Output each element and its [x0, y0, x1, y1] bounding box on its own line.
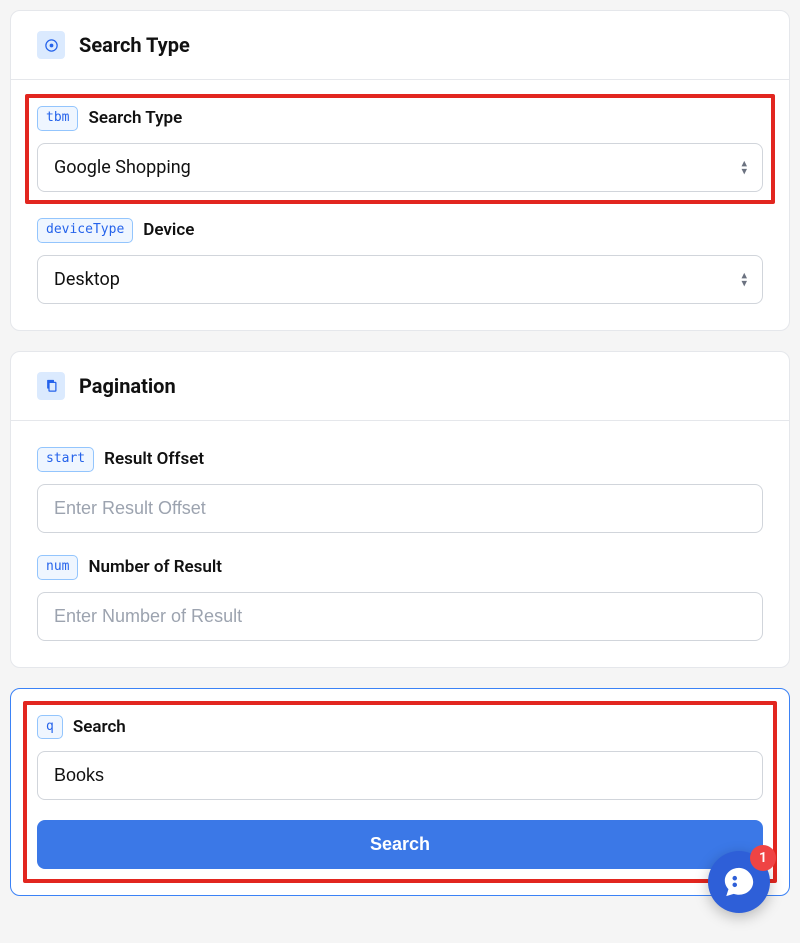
tbm-select[interactable]: Google Shopping [37, 143, 763, 192]
chat-icon [722, 865, 756, 899]
search-type-card-header: Search Type [11, 11, 789, 80]
chat-notification-badge: 1 [750, 845, 776, 871]
start-input[interactable] [37, 484, 763, 533]
pagination-card: Pagination start Result Offset num Numbe… [10, 351, 790, 668]
search-label: Search [73, 717, 126, 737]
device-label-row: deviceType Device [37, 218, 763, 243]
device-badge: deviceType [37, 218, 133, 243]
search-input[interactable] [37, 751, 763, 800]
tbm-badge: tbm [37, 106, 78, 131]
num-badge: num [37, 555, 78, 580]
q-badge: q [37, 715, 63, 740]
search-card: q Search Search [10, 688, 790, 897]
search-type-title: Search Type [79, 33, 190, 57]
device-label: Device [143, 220, 194, 240]
search-highlight-box: q Search Search [23, 701, 777, 884]
tbm-label-row: tbm Search Type [37, 106, 763, 131]
tbm-highlight-box: tbm Search Type Google Shopping ▴▾ [25, 94, 775, 204]
pages-icon [37, 372, 65, 400]
pagination-card-header: Pagination [11, 352, 789, 421]
start-label-row: start Result Offset [37, 447, 763, 472]
tbm-label: Search Type [88, 108, 182, 128]
num-label-row: num Number of Result [37, 555, 763, 580]
device-select[interactable]: Desktop [37, 255, 763, 304]
target-icon [37, 31, 65, 59]
start-badge: start [37, 447, 94, 472]
search-type-card: Search Type tbm Search Type Google Shopp… [10, 10, 790, 331]
search-button[interactable]: Search [37, 820, 763, 869]
num-label: Number of Result [88, 557, 222, 577]
pagination-title: Pagination [79, 374, 176, 398]
start-label: Result Offset [104, 449, 204, 469]
search-label-row: q Search [37, 715, 763, 740]
chat-fab[interactable]: 1 [708, 851, 770, 913]
num-input[interactable] [37, 592, 763, 641]
